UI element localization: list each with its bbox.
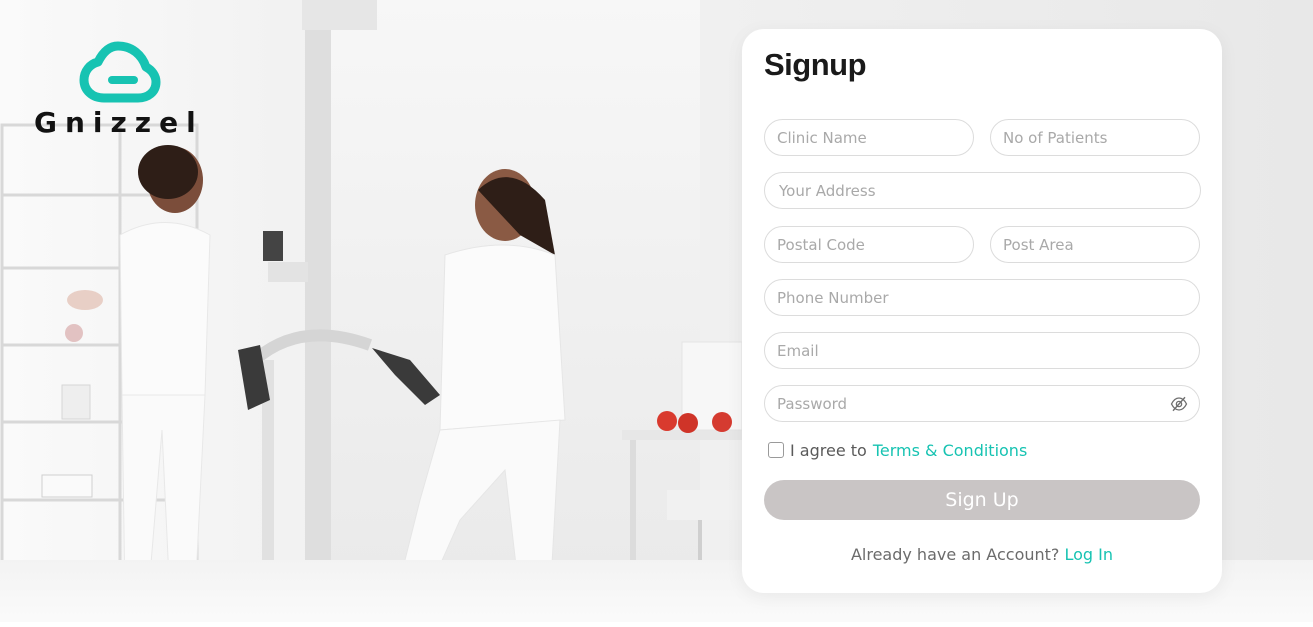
clinic-name-field-wrapper <box>764 119 974 156</box>
brand-name: Gnizzel <box>34 106 204 139</box>
password-field-wrapper <box>764 385 1200 422</box>
terms-checkbox[interactable] <box>768 442 784 458</box>
eye-off-icon[interactable] <box>1170 395 1188 413</box>
login-prompt: Already have an Account? Log In <box>742 545 1222 564</box>
password-input[interactable] <box>765 386 1199 421</box>
post-area-field-wrapper <box>990 226 1200 263</box>
email-field-wrapper <box>764 332 1200 369</box>
sign-up-button[interactable]: Sign Up <box>764 480 1200 520</box>
clinic-name-input[interactable] <box>765 120 973 155</box>
agree-text: I agree to <box>790 440 867 460</box>
signup-card: Signup I agree to Terms & Conditions Sig… <box>742 29 1222 593</box>
address-input[interactable] <box>765 173 1200 208</box>
phone-number-input[interactable] <box>765 280 1199 315</box>
post-area-input[interactable] <box>991 227 1199 262</box>
login-prompt-text: Already have an Account? <box>850 545 1060 564</box>
terms-link[interactable]: Terms & Conditions <box>873 441 1027 460</box>
login-link[interactable]: Log In <box>1065 545 1114 564</box>
page-title: Signup <box>764 47 867 82</box>
phone-field-wrapper <box>764 279 1200 316</box>
postal-code-field-wrapper <box>764 226 974 263</box>
terms-agreement: I agree to Terms & Conditions <box>768 439 1027 461</box>
email-input[interactable] <box>765 333 1199 368</box>
patients-field-wrapper <box>990 119 1200 156</box>
brand-logo: Gnizzel <box>30 40 210 140</box>
address-field-wrapper <box>764 172 1201 209</box>
postal-code-input[interactable] <box>765 227 973 262</box>
cloud-g-logo-icon <box>79 41 161 103</box>
patients-count-input[interactable] <box>991 120 1199 155</box>
bottom-strip <box>0 622 1313 627</box>
